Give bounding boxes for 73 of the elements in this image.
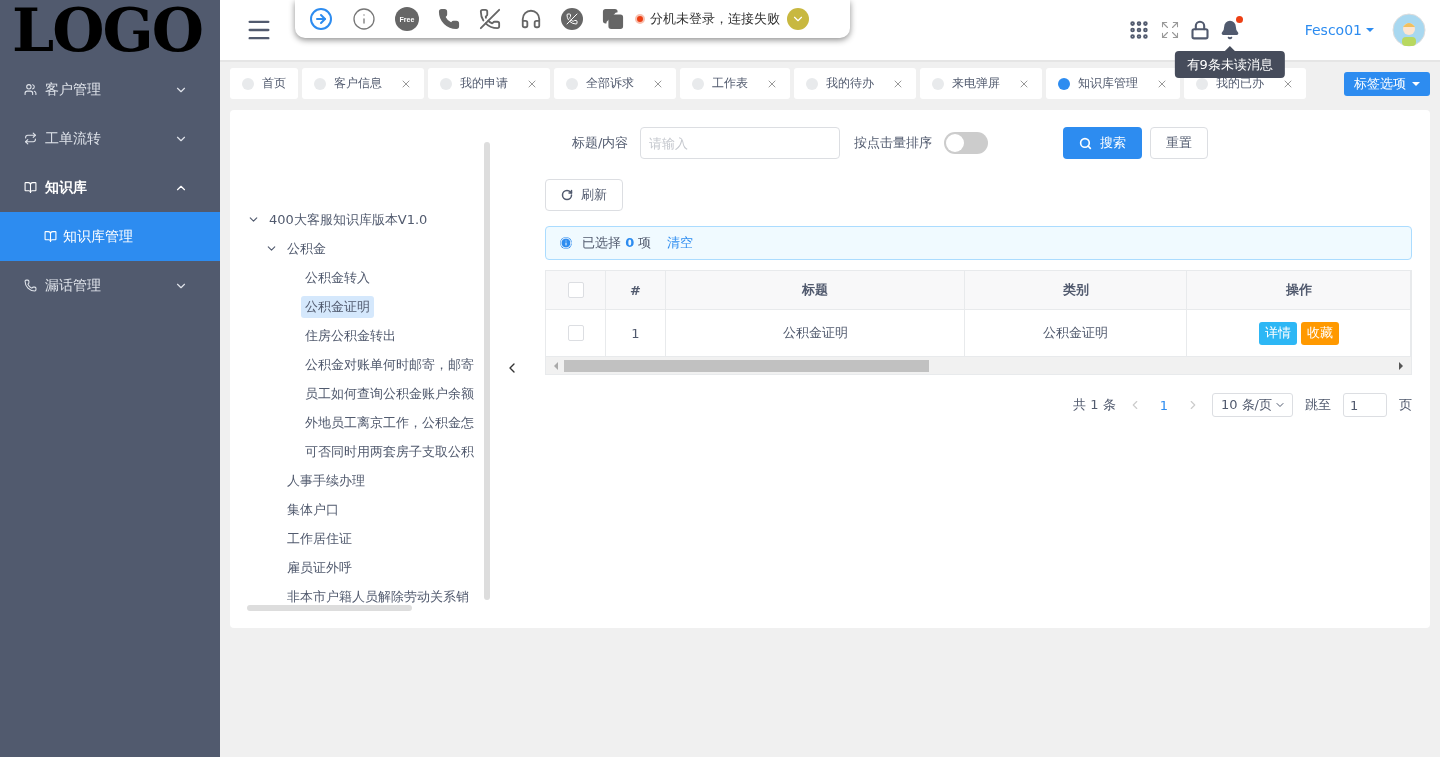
tab[interactable]: 我的申请 [428, 68, 550, 99]
book-icon [24, 181, 37, 194]
tab[interactable]: 来电弹屏 [920, 68, 1042, 99]
field-label: 标题/内容 [572, 134, 629, 152]
hang-up-icon[interactable] [561, 8, 583, 30]
phone-off-icon[interactable] [479, 8, 501, 30]
tree-item[interactable]: 雇员证外呼 [283, 556, 356, 579]
tree-item[interactable]: 住房公积金转出 [301, 324, 400, 347]
info-icon[interactable] [352, 7, 376, 31]
tree-item[interactable]: 集体户口 [283, 498, 343, 521]
menu-item[interactable]: 漏话管理 [0, 261, 220, 310]
tab[interactable]: 客户信息 [302, 68, 424, 99]
grid-icon[interactable] [1127, 19, 1150, 41]
tree-item[interactable]: 工作居住证 [283, 527, 356, 550]
avatar-icon [1392, 13, 1426, 47]
tree-item[interactable]: 外地员工离京工作，公积金怎 [301, 411, 478, 434]
tree-item[interactable]: 非本市户籍人员解除劳动关系销 [283, 585, 473, 608]
menu-item[interactable]: 知识库 [0, 163, 220, 212]
tree-item[interactable]: 可否同时用两套房子支取公积 [301, 440, 478, 463]
column-header: 操作 [1187, 271, 1411, 309]
copy-icon[interactable] [602, 8, 624, 30]
tree-item[interactable]: 员工如何查询公积金账户余额 [301, 382, 478, 405]
checkbox[interactable] [567, 325, 584, 341]
scrollbar[interactable] [484, 142, 490, 600]
refresh-button[interactable]: 刷新 [545, 179, 623, 211]
column-header: 类别 [965, 271, 1187, 309]
phone-icon [24, 279, 37, 292]
phone-icon[interactable] [438, 8, 460, 30]
scrollbar[interactable] [546, 357, 1411, 374]
info-icon [560, 237, 572, 249]
tab[interactable]: 知识库管理 [1046, 68, 1180, 99]
jump-label: 跳至 [1305, 396, 1331, 414]
refresh-icon [561, 189, 573, 201]
search-icon [1079, 136, 1093, 150]
tooltip: 有9条未读消息 [1174, 51, 1285, 78]
lock-icon[interactable] [1189, 20, 1210, 40]
book-icon [44, 230, 57, 243]
tree-item[interactable]: 公积金对账单何时邮寄，邮寄 [301, 353, 478, 376]
status-text: 分机未登录，连接失败 [650, 10, 780, 28]
page-suffix: 页 [1399, 396, 1412, 414]
people-icon [24, 83, 37, 96]
table-cell: 公积金证明 [666, 310, 965, 356]
tab[interactable]: 工作表 [680, 68, 790, 99]
dropdown-icon[interactable] [787, 8, 809, 30]
repeat-icon [24, 132, 37, 145]
fullscreen-icon[interactable] [1159, 20, 1180, 40]
checkbox[interactable] [567, 282, 584, 298]
switch-label: 按点击量排序 [854, 134, 933, 152]
sort-switch[interactable] [944, 132, 989, 154]
page-size-select[interactable]: 10 条/页 [1211, 393, 1293, 417]
user-menu[interactable]: Fesco01 [1304, 22, 1374, 38]
tab[interactable]: 全部诉求 [554, 68, 676, 99]
tree-item[interactable]: 400大客服知识库版本V1.0 [265, 208, 432, 231]
table-cell: 1 [606, 310, 666, 356]
selection-text: 已选择 0 项 [582, 234, 652, 252]
scrollbar[interactable] [247, 605, 412, 611]
tab[interactable]: 我的待办 [794, 68, 916, 99]
reset-button[interactable]: 重置 [1150, 127, 1209, 159]
sign-in-icon[interactable] [309, 7, 333, 31]
column-header: # [606, 271, 666, 309]
menu-item[interactable]: 客户管理 [0, 65, 220, 114]
total-count: 共 1 条 [1073, 396, 1116, 414]
page-input[interactable]: 1 [1343, 393, 1387, 417]
tree-item[interactable]: 公积金 [283, 237, 330, 260]
tab[interactable]: 首页 [230, 68, 298, 99]
column-header: 标题 [666, 271, 965, 309]
menu-item[interactable]: 工单流转 [0, 114, 220, 163]
headset-icon[interactable] [520, 8, 542, 30]
tree-item[interactable]: 公积金证明 [301, 295, 374, 318]
table-cell: 公积金证明 [965, 310, 1187, 356]
logo: LOGO [11, 0, 203, 60]
tree-item[interactable]: 人事手续办理 [283, 469, 369, 492]
tree-item[interactable]: 公积金转入 [301, 266, 374, 289]
